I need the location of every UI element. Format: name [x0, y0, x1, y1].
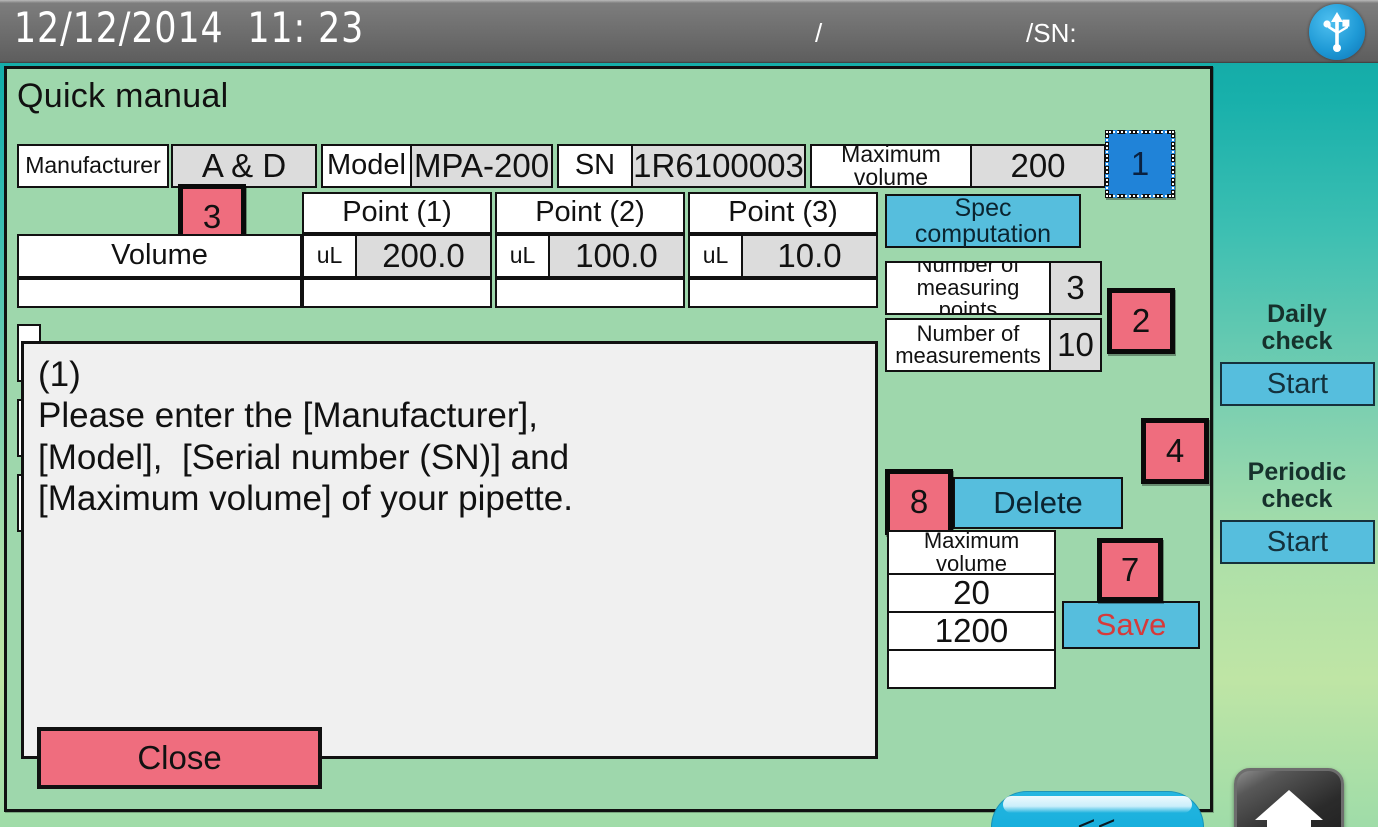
close-button[interactable]: Close — [37, 727, 322, 789]
maximum-volume-label: Maximum volume — [810, 144, 972, 188]
hidden-table-row-stub — [17, 278, 302, 308]
measurements-value[interactable]: 10 — [1049, 318, 1102, 372]
point-3-header: Point (3) — [688, 192, 878, 234]
point-3-unit: uL — [688, 234, 743, 278]
back-button[interactable]: << — [991, 791, 1204, 827]
quick-manual-dialog: Quick manual Manufacturer A & D Model MP… — [4, 66, 1213, 827]
point-1-unit: uL — [302, 234, 357, 278]
right-sidebar: Daily check Start Periodic check Start — [1216, 66, 1378, 827]
status-datetime: 12/12/2014 11: 23 — [14, 3, 365, 52]
step-badge-1[interactable]: 1 — [1105, 130, 1175, 198]
page-title: Quick manual — [17, 77, 229, 115]
manufacturer-value[interactable]: A & D — [171, 144, 317, 188]
usb-icon[interactable] — [1309, 4, 1365, 60]
status-bar: 12/12/2014 11: 23 / /SN: — [0, 0, 1378, 63]
back-button-label: << — [1077, 809, 1118, 827]
manufacturer-label: Manufacturer — [17, 144, 169, 188]
model-label: Model — [321, 144, 412, 188]
maximum-volume-value[interactable]: 200 — [970, 144, 1106, 188]
spec-computation-button[interactable]: Spec computation — [885, 194, 1081, 248]
save-button[interactable]: Save — [1062, 601, 1200, 649]
step-badge-8[interactable]: 8 — [885, 469, 953, 535]
home-button[interactable] — [1234, 768, 1344, 827]
home-icon — [1252, 786, 1326, 827]
point-2-value[interactable]: 100.0 — [548, 234, 685, 278]
status-slot-separator: / — [815, 18, 823, 48]
step-badge-2[interactable]: 2 — [1107, 288, 1175, 354]
delete-button[interactable]: Delete — [953, 477, 1123, 529]
list-column-header: Maximum volume — [887, 530, 1056, 575]
list-row-item[interactable]: 1200 — [887, 611, 1056, 651]
step-badge-7[interactable]: 7 — [1097, 538, 1163, 602]
point-3-value[interactable]: 10.0 — [741, 234, 878, 278]
periodic-check-start-button[interactable]: Start — [1220, 520, 1375, 564]
periodic-check-label: Periodic check — [1247, 458, 1347, 513]
measurements-label: Number of measurements — [885, 318, 1051, 372]
model-value[interactable]: MPA-200 — [410, 144, 553, 188]
hidden-table-row-stub — [495, 278, 685, 308]
instruction-panel: (1) Please enter the [Manufacturer], [Mo… — [21, 341, 878, 759]
point-2-unit: uL — [495, 234, 550, 278]
sn-label: SN — [557, 144, 633, 188]
point-1-header: Point (1) — [302, 192, 492, 234]
status-serial-label: /SN: — [1026, 18, 1077, 48]
daily-check-start-button[interactable]: Start — [1220, 362, 1375, 406]
list-row-item[interactable] — [887, 649, 1056, 689]
hidden-table-row-stub — [302, 278, 492, 308]
measuring-points-value[interactable]: 3 — [1049, 261, 1102, 315]
hidden-table-row-stub — [688, 278, 878, 308]
point-1-value[interactable]: 200.0 — [355, 234, 492, 278]
volume-row-label: Volume — [17, 234, 302, 278]
list-row-item[interactable]: 20 — [887, 573, 1056, 613]
point-2-header: Point (2) — [495, 192, 685, 234]
daily-check-label: Daily check — [1261, 300, 1333, 355]
measuring-points-label: Number of measuring points — [885, 261, 1051, 315]
step-badge-4[interactable]: 4 — [1141, 418, 1209, 484]
sn-value[interactable]: 1R6100003 — [631, 144, 806, 188]
